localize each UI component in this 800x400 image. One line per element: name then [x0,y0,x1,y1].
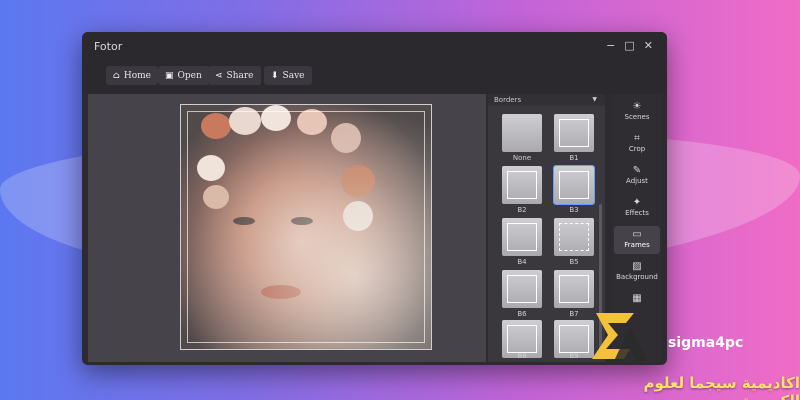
border-thumb-b4[interactable] [502,218,542,256]
save-button[interactable]: ⬇ Save [264,66,312,85]
border-thumb-b3[interactable] [553,165,595,205]
borders-panel-title: Borders [494,96,522,104]
border-label: B6 [517,310,527,318]
frame-icon: ▭ [632,229,642,240]
crop-icon: ⌗ [634,133,640,144]
caret-down-icon: ▼ [592,96,597,103]
background-icon: ▨ [632,261,642,272]
share-icon: ⋖ [215,70,223,81]
window-controls: − □ ✕ [606,39,653,52]
border-thumb-b1[interactable] [554,114,594,152]
sidebar-item-background[interactable]: ▨ Background [614,258,660,286]
open-file-icon: ▣ [165,70,174,81]
border-label: None [512,154,532,162]
border-label: B2 [517,206,527,214]
watermark-arabic: اكاديمية سيجما لعلوم الكمبيوتر [643,374,800,400]
border-label: B5 [569,258,579,266]
border-label: B7 [569,310,579,318]
sidebar-item-crop[interactable]: ⌗ Crop [614,130,660,158]
border-thumb-b6[interactable] [502,270,542,308]
image-canvas [88,94,486,362]
sidebar-label: Frames [624,241,650,249]
sidebar-label: Crop [628,145,646,153]
border-thumb-b5[interactable] [554,218,594,256]
share-button[interactable]: ⋖ Share [208,66,261,85]
toolbar: ⌂ Home ▣ Open ⋖ Share ⬇ Save [82,60,667,94]
sidebar-item-adjust[interactable]: ✎ Adjust [614,162,660,190]
border-label: B8 [517,352,527,360]
border-label: B4 [517,258,527,266]
minimize-button[interactable]: − [606,39,615,52]
sidebar-label: Scenes [624,113,650,121]
save-label: Save [282,70,305,81]
border-label: B9 [569,352,579,360]
open-label: Open [177,70,202,81]
home-button[interactable]: ⌂ Home [106,66,159,85]
sidebar-item-scenes[interactable]: ☀ Scenes [614,98,660,126]
share-label: Share [226,70,254,81]
border-thumb-b2[interactable] [502,166,542,204]
borders-panel: Borders ▼ None B1 B2 B3 B4 B5 B6 B7 B8 B… [488,94,605,362]
sidebar-label: Background [616,273,658,281]
download-icon: ⬇ [271,70,279,81]
app-title: Fotor [94,40,123,53]
home-label: Home [123,70,152,81]
maximize-button[interactable]: □ [624,39,634,52]
portrait-photo [180,104,432,350]
border-thumb-none[interactable] [502,114,542,152]
sidebar-item-effects[interactable]: ✦ Effects [614,194,660,222]
sidebar-item-frames[interactable]: ▭ Frames [614,226,660,254]
fotor-window: Fotor − □ ✕ ⌂ Home ▣ Open ⋖ Share ⬇ Save [82,32,667,365]
title-bar: Fotor − □ ✕ [82,32,667,60]
sidebar-label: Adjust [626,177,648,185]
borders-panel-header[interactable]: Borders ▼ [488,94,605,106]
open-button[interactable]: ▣ Open [158,66,209,85]
sidebar-label: Effects [625,209,649,217]
close-button[interactable]: ✕ [644,39,653,52]
applied-border-frame [187,111,425,343]
border-thumb-b7[interactable] [554,270,594,308]
pencil-icon: ✎ [632,165,642,176]
watermark-english: sigma4pc [668,335,744,351]
home-icon: ⌂ [113,70,120,81]
border-label: B1 [569,154,579,162]
border-label: B3 [569,206,579,214]
sparkles-icon: ✦ [632,197,642,208]
sigma4pc-logo [592,313,648,361]
sun-icon: ☀ [632,101,642,112]
mosaic-icon: ▦ [632,293,642,304]
